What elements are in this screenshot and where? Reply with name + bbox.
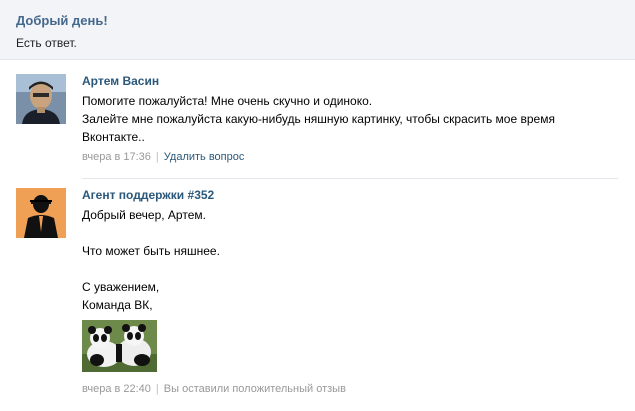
question-content: Артем Васин Помогите пожалуйста! Мне оче… bbox=[82, 74, 612, 164]
panda-photo[interactable] bbox=[82, 320, 157, 372]
agent-silhouette-icon bbox=[16, 188, 66, 238]
posts-divider bbox=[82, 178, 618, 179]
reply-greeting: Добрый вечер, Артем. bbox=[82, 208, 206, 222]
answer-header: Добрый день! Есть ответ. bbox=[0, 0, 635, 60]
reply-time: вчера в 22:40 bbox=[82, 383, 151, 395]
reply-author-link[interactable]: Агент поддержки #352 bbox=[82, 188, 612, 202]
question-line: Вконтакте.. bbox=[82, 130, 145, 144]
question-author-link[interactable]: Артем Васин bbox=[82, 74, 612, 88]
question-time: вчера в 17:36 bbox=[82, 151, 151, 163]
question-text: Помогите пожалуйста! Мне очень скучно и … bbox=[82, 92, 612, 146]
meta-separator: | bbox=[155, 383, 159, 395]
delete-question-link[interactable]: Удалить вопрос bbox=[164, 151, 245, 163]
panda-photo-icon bbox=[82, 320, 157, 372]
header-greeting: Добрый день! bbox=[16, 13, 108, 28]
reply-content: Агент поддержки #352 Добрый вечер, Артем… bbox=[82, 188, 612, 396]
reply-meta: вчера в 22:40 | Вы оставили положительный … bbox=[82, 382, 612, 396]
agent-avatar[interactable] bbox=[16, 188, 66, 238]
header-answer-note: Есть ответ. bbox=[16, 36, 77, 50]
question-line: Помогите пожалуйста! Мне очень скучно и … bbox=[82, 94, 373, 108]
question-line: Залейте мне пожалуйста какую-нибудь няшн… bbox=[82, 112, 555, 126]
question-meta: вчера в 17:36 | Удалить вопрос bbox=[82, 150, 612, 164]
user-avatar[interactable] bbox=[16, 74, 66, 124]
user-photo-icon bbox=[16, 74, 66, 124]
reply-sign-team: Команда ВК, bbox=[82, 298, 153, 312]
reply-body: Что может быть няшнее. bbox=[82, 244, 220, 258]
reply-sign-line: С уважением, bbox=[82, 280, 160, 294]
question-post: Артем Васин Помогите пожалуйста! Мне оче… bbox=[16, 74, 620, 174]
feedback-status: Вы оставили положительный отзыв bbox=[163, 383, 346, 395]
reply-post: Агент поддержки #352 Добрый вечер, Артем… bbox=[16, 188, 620, 408]
meta-separator: | bbox=[155, 151, 159, 163]
